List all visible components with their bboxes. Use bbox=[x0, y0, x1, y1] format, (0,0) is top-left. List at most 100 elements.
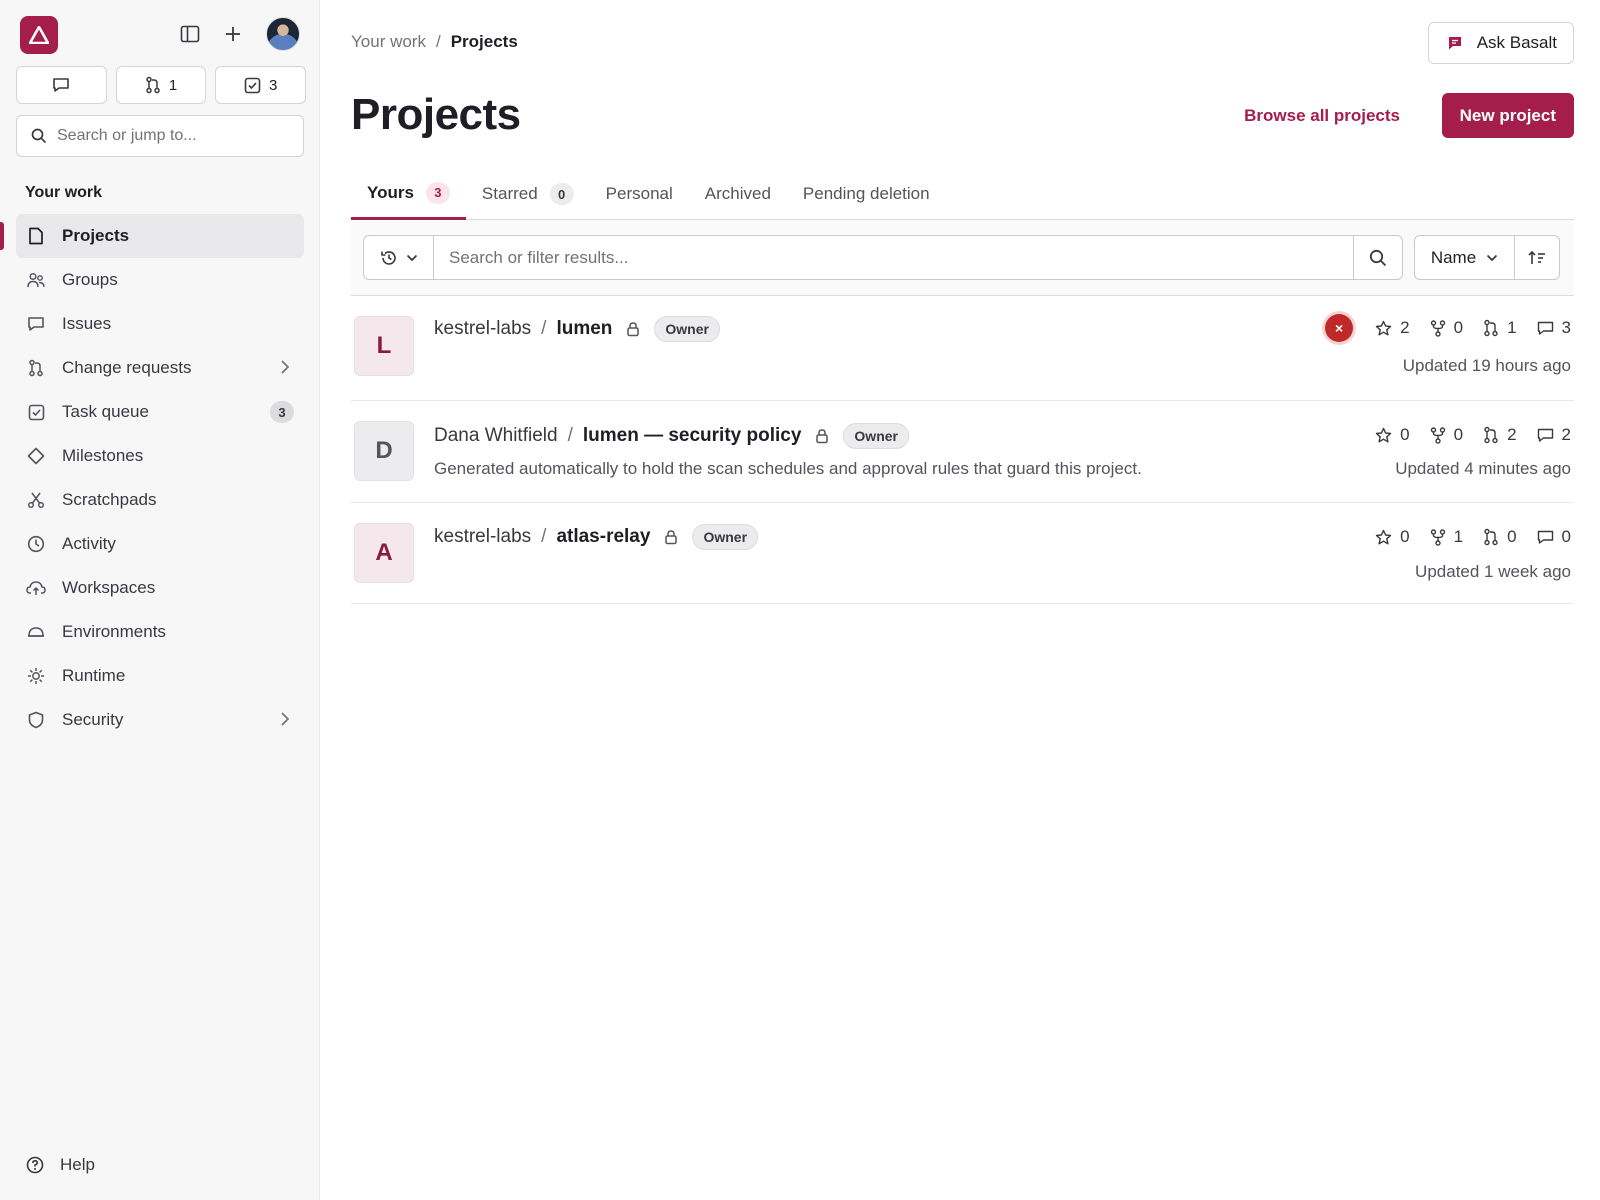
filter-input[interactable] bbox=[434, 236, 1353, 279]
fork-icon bbox=[1430, 319, 1445, 337]
merge-requests-count[interactable]: 0 bbox=[1483, 527, 1517, 547]
project-avatar[interactable]: D bbox=[354, 421, 414, 481]
tasks-count-button[interactable]: 3 bbox=[215, 66, 307, 104]
project-avatar[interactable]: A bbox=[354, 523, 414, 583]
forks-count[interactable]: 1 bbox=[1430, 527, 1463, 547]
logo-icon[interactable] bbox=[20, 16, 58, 54]
sidebar-item-label: Milestones bbox=[62, 446, 144, 465]
search-icon bbox=[1369, 249, 1387, 266]
sidebar-item-milestones[interactable]: Milestones bbox=[16, 434, 304, 478]
sidebar-item-task-queue[interactable]: Task queue 3 bbox=[16, 390, 304, 434]
cloud-icon bbox=[26, 578, 46, 598]
sidebar-item-runtime[interactable]: Runtime bbox=[16, 654, 304, 698]
tab-personal[interactable]: Personal bbox=[590, 168, 689, 220]
sidebar-item-change-requests[interactable]: Change requests bbox=[16, 346, 304, 390]
stars-count[interactable]: 2 bbox=[1375, 318, 1410, 338]
stat-value: 3 bbox=[1561, 318, 1571, 337]
sidebar-section-title: Your work bbox=[25, 184, 103, 201]
sidebar-item-label: Change requests bbox=[62, 358, 192, 377]
project-row-atlas-relay: A kestrel-labs / atlas-relay Owner 0 1 0… bbox=[351, 503, 1574, 604]
project-title: kestrel-labs / lumen Owner bbox=[434, 316, 720, 342]
runtime-icon bbox=[26, 666, 46, 686]
browse-all-projects-link[interactable]: Browse all projects bbox=[1244, 106, 1400, 126]
issues-count[interactable]: 0 bbox=[1537, 527, 1571, 547]
filter-bar: Name bbox=[351, 220, 1574, 296]
forks-count[interactable]: 0 bbox=[1430, 318, 1463, 338]
project-tabs: Yours 3 Starred 0 Personal Archived Pend… bbox=[351, 168, 1574, 220]
tab-starred[interactable]: Starred 0 bbox=[466, 168, 590, 220]
merge-icon bbox=[1484, 426, 1498, 444]
stars-count[interactable]: 0 bbox=[1375, 425, 1410, 445]
sidebar-item-scratchpads[interactable]: Scratchpads bbox=[16, 478, 304, 522]
breadcrumb-root[interactable]: Your work bbox=[351, 32, 426, 52]
new-project-button[interactable]: New project bbox=[1441, 93, 1574, 138]
sort-direction-button[interactable] bbox=[1515, 236, 1559, 279]
sidebar-toggle-icon[interactable] bbox=[176, 20, 204, 48]
project-name[interactable]: lumen bbox=[556, 318, 612, 340]
chat-icon bbox=[1448, 37, 1461, 50]
project-row-lumen: L kestrel-labs / lumen Owner × 2 0 1 3 U… bbox=[351, 296, 1574, 401]
project-path-separator: / bbox=[541, 318, 547, 339]
help-icon bbox=[26, 1156, 44, 1174]
issues-count[interactable]: 2 bbox=[1537, 425, 1571, 445]
project-namespace[interactable]: kestrel-labs bbox=[434, 526, 531, 548]
sidebar-item-label: Runtime bbox=[62, 666, 126, 685]
sort-by-dropdown[interactable]: Name bbox=[1415, 236, 1515, 279]
sidebar-item-security[interactable]: Security bbox=[16, 698, 304, 742]
tab-yours[interactable]: Yours 3 bbox=[351, 168, 466, 220]
merge-requests-count[interactable]: 1 bbox=[1483, 318, 1517, 338]
issues-icon bbox=[1537, 428, 1553, 442]
sidebar-item-environments[interactable]: Environments bbox=[16, 610, 304, 654]
user-avatar[interactable] bbox=[266, 17, 300, 51]
stat-value: 0 bbox=[1453, 318, 1464, 337]
sidebar-top-bar bbox=[16, 14, 306, 54]
stars-count[interactable]: 0 bbox=[1375, 527, 1410, 547]
breadcrumb-separator: / bbox=[435, 32, 441, 51]
pipeline-failed-icon[interactable]: × bbox=[1325, 314, 1354, 342]
plus-icon[interactable] bbox=[219, 20, 247, 48]
tab-archived[interactable]: Archived bbox=[689, 168, 787, 220]
sidebar-item-workspaces[interactable]: Workspaces bbox=[16, 566, 304, 610]
stat-value: 2 bbox=[1400, 318, 1410, 337]
review-requests-button[interactable] bbox=[16, 66, 107, 104]
sidebar-item-label: Security bbox=[62, 710, 124, 729]
help-button[interactable]: Help bbox=[26, 1155, 95, 1175]
project-name[interactable]: atlas-relay bbox=[556, 526, 650, 548]
sidebar-item-activity[interactable]: Activity bbox=[16, 522, 304, 566]
sidebar-search[interactable] bbox=[16, 115, 304, 157]
comment-icon bbox=[53, 78, 70, 92]
merge-requests-count[interactable]: 2 bbox=[1483, 425, 1517, 445]
issues-count[interactable]: 3 bbox=[1537, 318, 1571, 338]
sidebar-item-label: Environments bbox=[62, 622, 166, 641]
tasks-count: 3 bbox=[269, 76, 278, 94]
history-icon bbox=[26, 534, 46, 554]
merge-icon bbox=[1484, 528, 1498, 546]
project-avatar[interactable]: L bbox=[354, 316, 414, 376]
sidebar-item-label: Task queue bbox=[62, 402, 149, 421]
stat-value: 0 bbox=[1400, 425, 1410, 444]
sidebar-counts: 1 3 bbox=[16, 66, 307, 104]
ask-basalt-button[interactable]: Ask Basalt bbox=[1427, 22, 1574, 64]
sidebar-item-projects[interactable]: Projects bbox=[0, 214, 304, 258]
tab-count: 3 bbox=[425, 181, 450, 204]
sidebar-item-issues[interactable]: Issues bbox=[16, 302, 304, 346]
breadcrumb-current[interactable]: Projects bbox=[451, 32, 518, 52]
sidebar-item-groups[interactable]: Groups bbox=[16, 258, 304, 302]
project-name[interactable]: lumen — security policy bbox=[583, 425, 802, 447]
issues-icon bbox=[1537, 530, 1553, 544]
forks-count[interactable]: 0 bbox=[1430, 425, 1463, 445]
fork-icon bbox=[1430, 426, 1445, 444]
change-requests-count-button[interactable]: 1 bbox=[115, 66, 207, 104]
search-input[interactable] bbox=[57, 127, 287, 145]
recent-searches-dropdown[interactable] bbox=[364, 236, 434, 279]
merge-icon bbox=[1484, 319, 1498, 337]
project-namespace[interactable]: kestrel-labs bbox=[434, 318, 531, 340]
tab-pending-deletion[interactable]: Pending deletion bbox=[787, 168, 946, 220]
stat-value: 1 bbox=[1507, 318, 1517, 337]
star-icon bbox=[1375, 529, 1392, 544]
issues-icon bbox=[1537, 321, 1553, 335]
project-namespace[interactable]: Dana Whitfield bbox=[434, 425, 558, 447]
filter-search-box bbox=[363, 235, 1403, 280]
stat-value: 0 bbox=[1400, 527, 1410, 546]
search-button[interactable] bbox=[1353, 236, 1402, 279]
